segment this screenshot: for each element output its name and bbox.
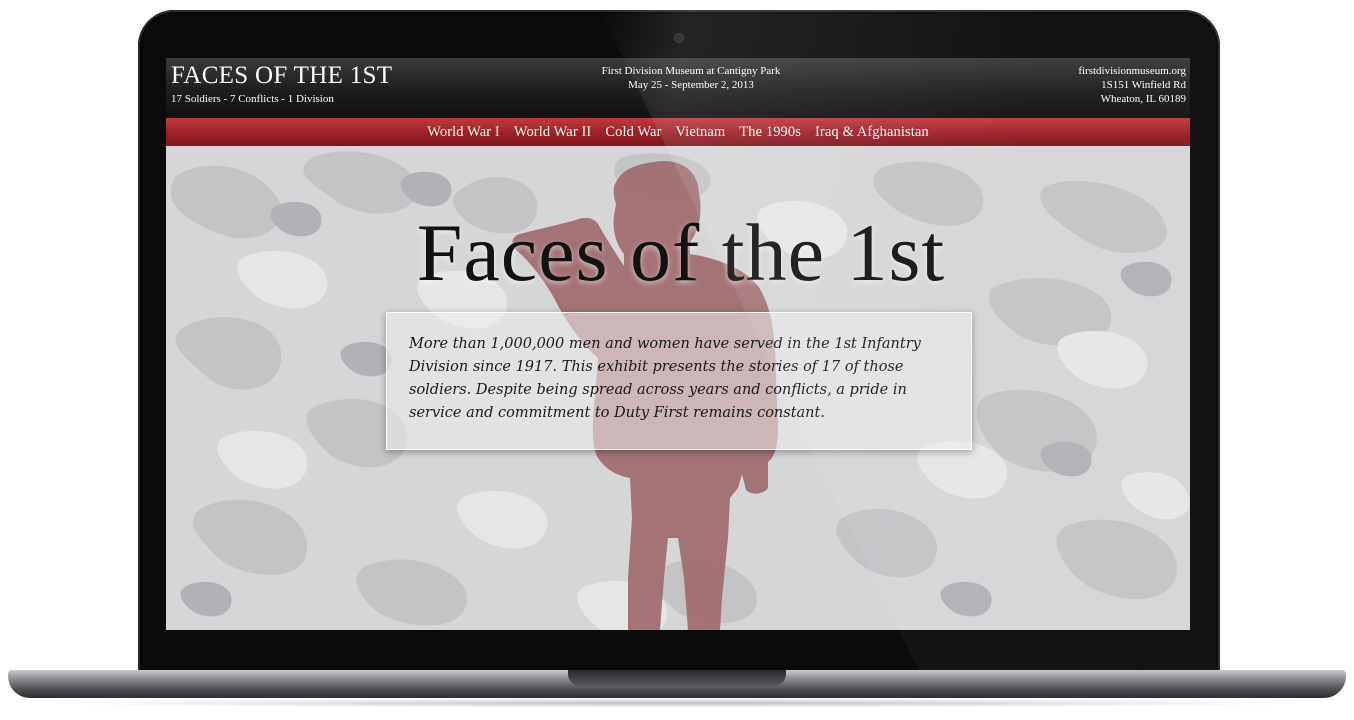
intro-panel: More than 1,000,000 men and women have s… <box>386 312 972 450</box>
website-link[interactable]: firstdivisionmuseum.org <box>1078 64 1186 78</box>
event-info: First Division Museum at Cantigny Park M… <box>528 64 854 92</box>
hero-section: Faces of the 1st More than 1,000,000 men… <box>166 146 1190 630</box>
site-title[interactable]: FACES OF THE 1ST <box>171 62 392 90</box>
laptop-lid-notch <box>568 670 786 686</box>
address-city: Wheaton, IL 60189 <box>1100 93 1186 105</box>
nav-item-the-1990s[interactable]: The 1990s <box>739 124 801 141</box>
webcam <box>674 33 684 43</box>
address-street: 1S151 Winfield Rd <box>1101 79 1186 91</box>
nav-item-world-war-ii[interactable]: World War II <box>514 124 592 141</box>
site-header: FACES OF THE 1ST 17 Soldiers - 7 Conflic… <box>166 58 1190 118</box>
nav-item-vietnam[interactable]: Vietnam <box>676 124 726 141</box>
laptop-shadow <box>30 698 1324 708</box>
event-venue: First Division Museum at Cantigny Park <box>601 65 781 77</box>
main-nav: World War I World War II Cold War Vietna… <box>166 118 1190 146</box>
site-tagline: 17 Soldiers - 7 Conflicts - 1 Division <box>171 93 334 105</box>
contact-info: firstdivisionmuseum.org 1S151 Winfield R… <box>1078 64 1186 106</box>
hero-title: Faces of the 1st <box>416 207 946 298</box>
intro-text: More than 1,000,000 men and women have s… <box>409 336 921 421</box>
event-dates: May 25 - September 2, 2013 <box>628 79 754 91</box>
nav-item-iraq-afghanistan[interactable]: Iraq & Afghanistan <box>815 124 929 141</box>
nav-item-cold-war[interactable]: Cold War <box>605 124 661 141</box>
nav-item-world-war-i[interactable]: World War I <box>427 124 500 141</box>
laptop-screen: FACES OF THE 1ST 17 Soldiers - 7 Conflic… <box>166 58 1190 630</box>
